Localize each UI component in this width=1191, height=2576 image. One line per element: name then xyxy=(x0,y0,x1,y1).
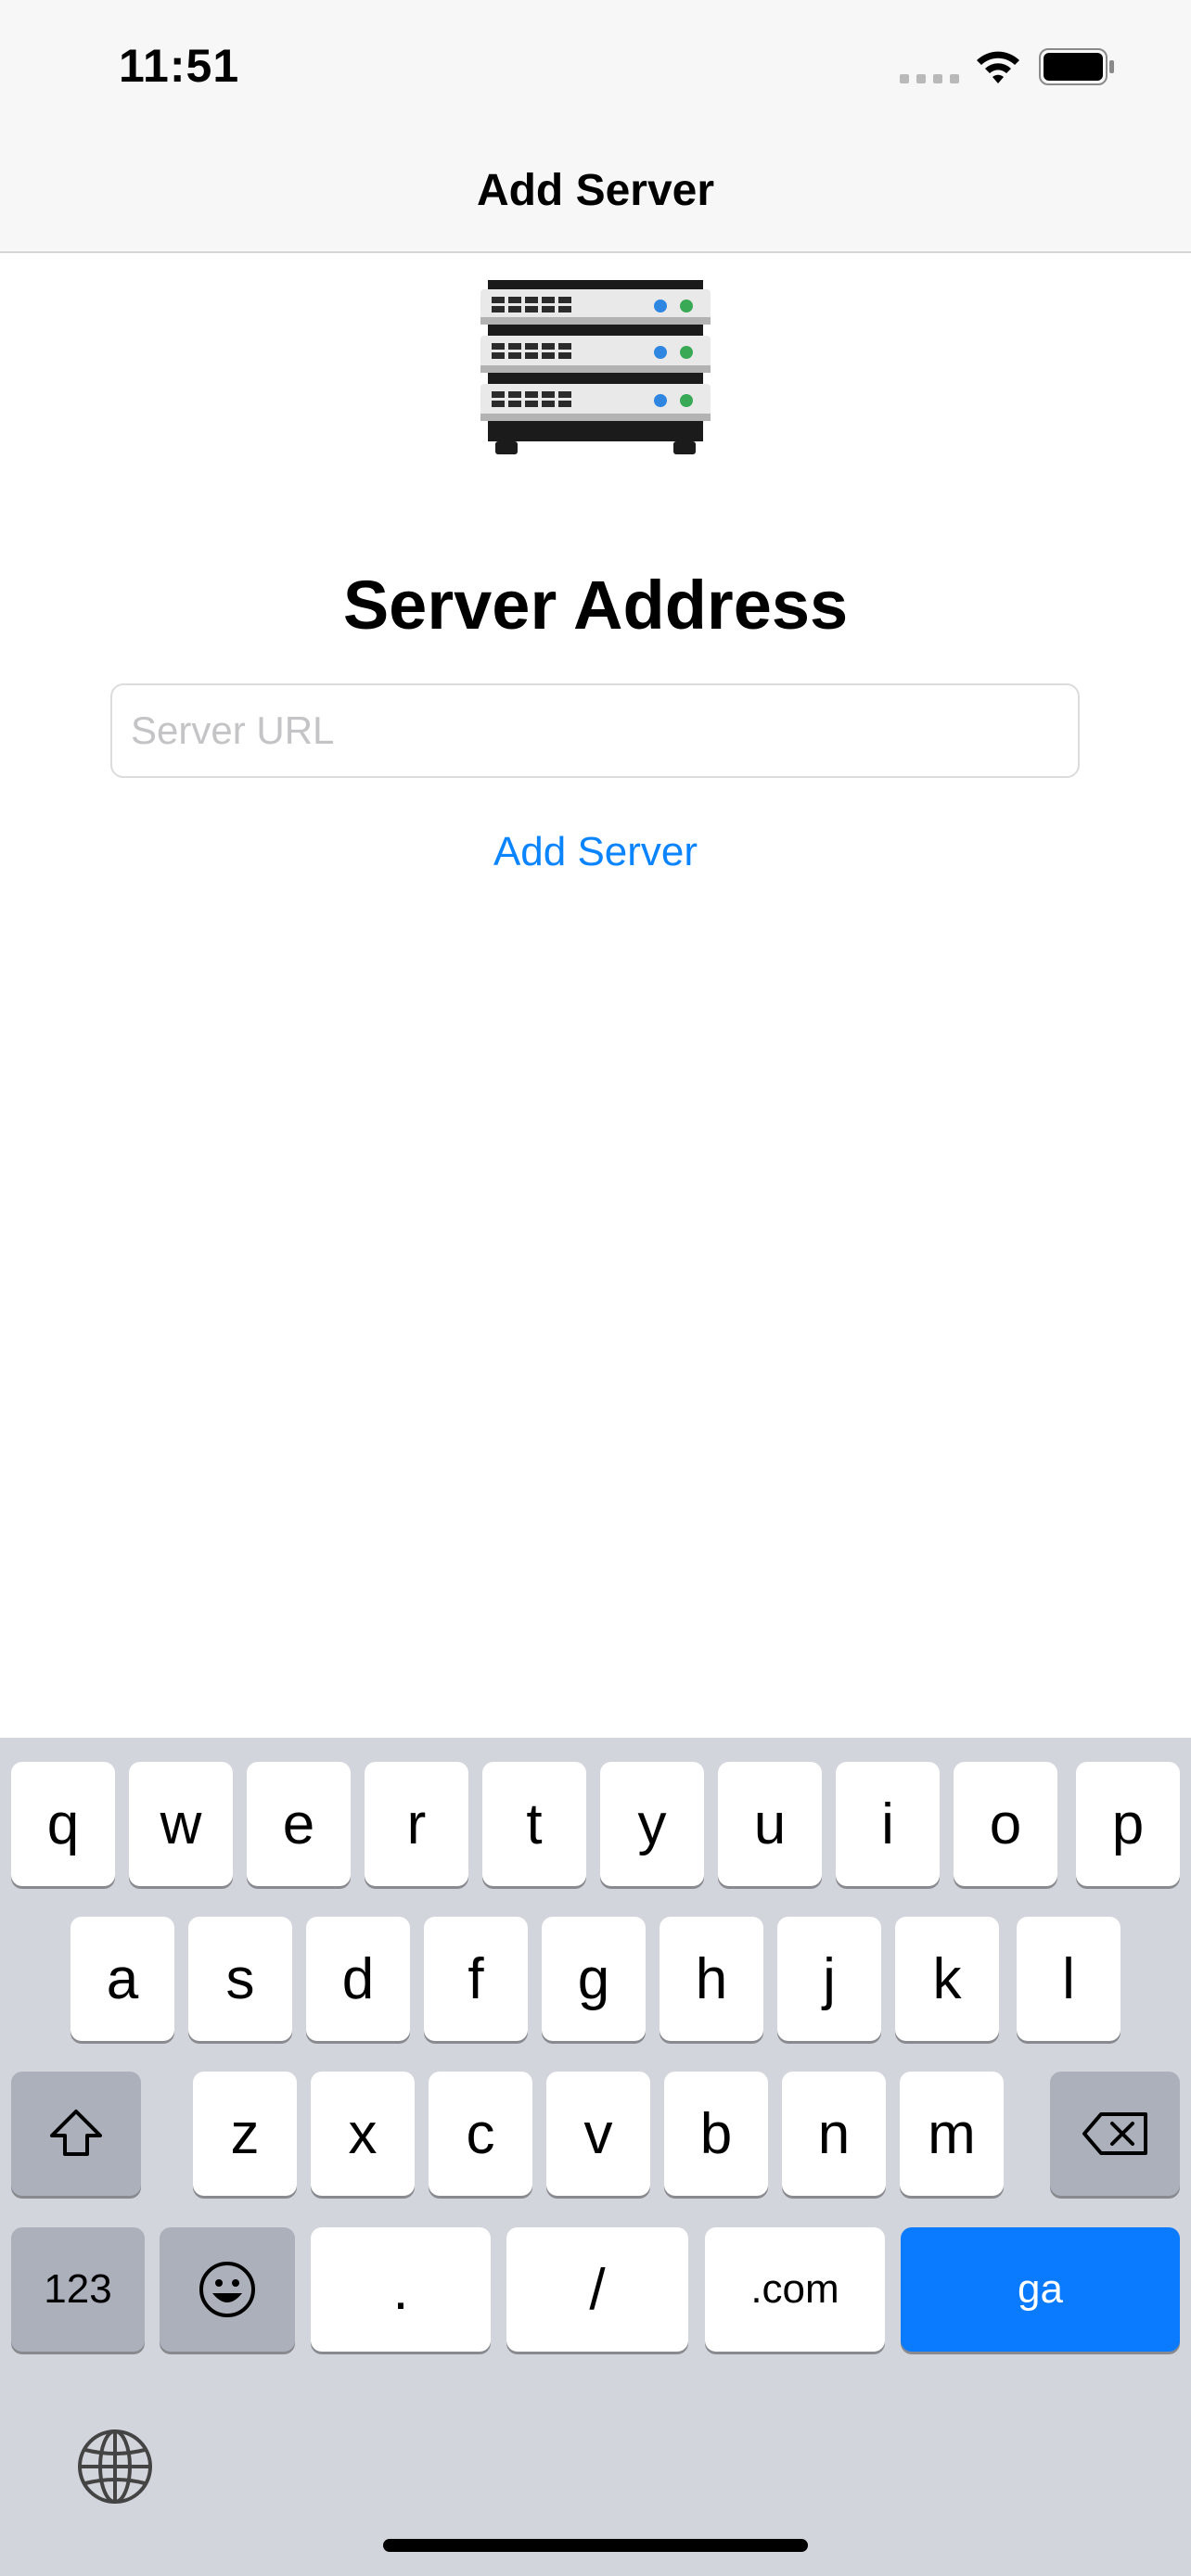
cellular-signal-icon xyxy=(900,74,959,83)
battery-icon xyxy=(1039,48,1114,85)
key-v[interactable]: v xyxy=(546,2072,650,2196)
key-c[interactable]: c xyxy=(429,2072,532,2196)
shift-key[interactable] xyxy=(11,2072,141,2196)
key-b[interactable]: b xyxy=(664,2072,768,2196)
backspace-icon xyxy=(1082,2112,1147,2155)
key-z[interactable]: z xyxy=(193,2072,297,2196)
key-x[interactable]: x xyxy=(311,2072,415,2196)
wifi-icon xyxy=(977,51,1019,83)
key-h[interactable]: h xyxy=(660,1917,763,2041)
globe-icon[interactable] xyxy=(76,2428,154,2506)
key-e[interactable]: e xyxy=(247,1762,351,1886)
go-key[interactable]: ga xyxy=(901,2227,1180,2352)
key-m[interactable]: m xyxy=(900,2072,1004,2196)
top-bar: 11:51 Add Server xyxy=(0,0,1191,253)
emoji-key[interactable] xyxy=(160,2227,295,2352)
nav-title: Add Server xyxy=(476,166,715,215)
key-u[interactable]: u xyxy=(718,1762,822,1886)
key-s[interactable]: s xyxy=(188,1917,292,2041)
key-o[interactable]: o xyxy=(954,1762,1057,1886)
backspace-key[interactable] xyxy=(1050,2072,1180,2196)
emoji-icon xyxy=(199,2262,255,2317)
home-indicator xyxy=(383,2539,808,2552)
dotcom-key[interactable]: .com xyxy=(705,2227,885,2352)
key-g[interactable]: g xyxy=(542,1917,646,2041)
shift-icon xyxy=(50,2110,102,2156)
dot-key[interactable]: . xyxy=(311,2227,491,2352)
server-icon xyxy=(480,280,711,454)
status-time: 11:51 xyxy=(119,40,240,92)
key-l[interactable]: l xyxy=(1017,1917,1121,2041)
key-r[interactable]: r xyxy=(365,1762,468,1886)
key-q[interactable]: q xyxy=(11,1762,115,1886)
server-address-heading: Server Address xyxy=(342,567,849,644)
add-server-button[interactable]: Add Server xyxy=(0,829,1191,875)
key-k[interactable]: k xyxy=(895,1917,999,2041)
key-a[interactable]: a xyxy=(70,1917,174,2041)
key-p[interactable]: p xyxy=(1076,1762,1180,1886)
server-url-input[interactable] xyxy=(110,683,1080,778)
key-f[interactable]: f xyxy=(424,1917,528,2041)
slash-key[interactable]: / xyxy=(506,2227,688,2352)
key-t[interactable]: t xyxy=(482,1762,586,1886)
numbers-key[interactable]: 123 xyxy=(11,2227,145,2352)
key-j[interactable]: j xyxy=(777,1917,881,2041)
key-w[interactable]: w xyxy=(129,1762,233,1886)
key-i[interactable]: i xyxy=(836,1762,940,1886)
key-n[interactable]: n xyxy=(782,2072,886,2196)
key-d[interactable]: d xyxy=(306,1917,410,2041)
key-y[interactable]: y xyxy=(600,1762,704,1886)
